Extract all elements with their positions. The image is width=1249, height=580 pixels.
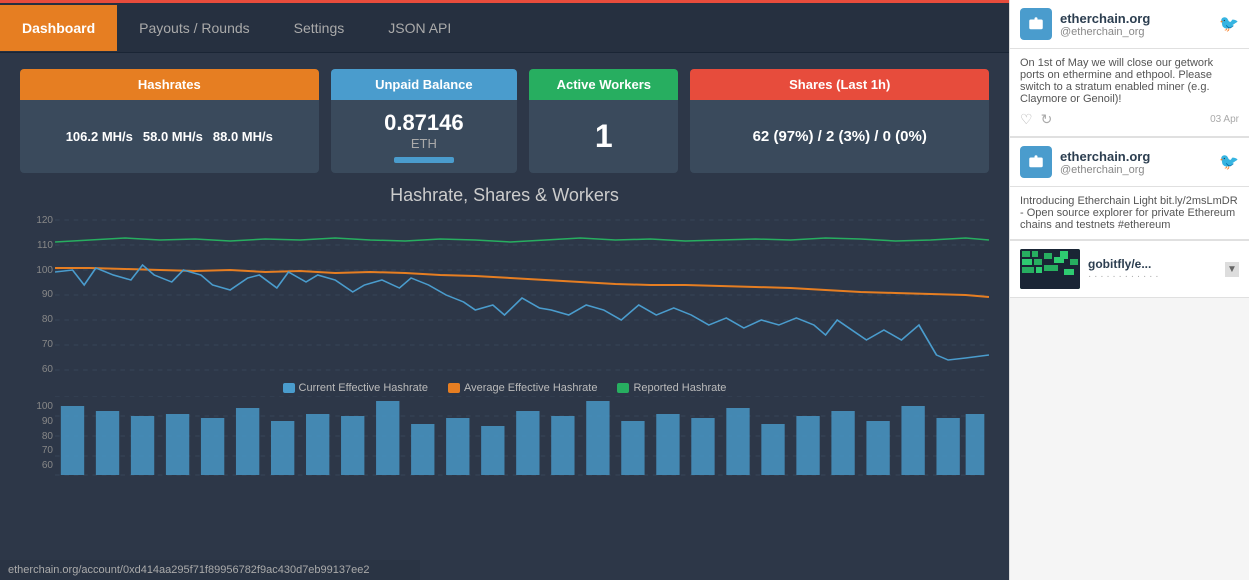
shares-card: Shares (Last 1h) 62 (97%) / 2 (3%) / 0 (… xyxy=(690,69,989,173)
y-label-100: 100 xyxy=(22,265,53,276)
workers-body: 1 xyxy=(529,100,678,173)
nav-settings[interactable]: Settings xyxy=(272,5,367,51)
user-info-1: etherchain.org @etherchain_org xyxy=(1060,11,1219,38)
hashrate-chart-wrapper: 120 110 100 90 80 70 60 xyxy=(20,210,989,380)
nav-dashboard[interactable]: Dashboard xyxy=(0,5,117,51)
unpaid-progress xyxy=(394,157,454,163)
retweet-icon-1[interactable]: ↻ xyxy=(1041,111,1053,128)
link-card[interactable]: gobitfly/e... · · · · · · · · · · · · ▼ xyxy=(1010,241,1249,298)
tweet-block-2: etherchain.org @etherchain_org 🐦 Introdu… xyxy=(1010,138,1249,241)
sidebar-header-1: etherchain.org @etherchain_org 🐦 xyxy=(1010,0,1249,49)
workers-header: Active Workers xyxy=(529,69,678,100)
hashrate-svg xyxy=(55,210,989,380)
shares-chart-wrapper: 100 90 80 70 60 xyxy=(20,396,989,476)
workers-value: 1 xyxy=(595,118,613,155)
unpaid-body: 0.87146 ETH xyxy=(331,100,518,173)
shares-header: Shares (Last 1h) xyxy=(690,69,989,100)
chart-y-axis: 120 110 100 90 80 70 60 xyxy=(20,210,55,380)
legend-label-average: Average Effective Hashrate xyxy=(464,382,598,394)
shares-svg xyxy=(55,396,989,476)
link-card-img xyxy=(1020,249,1080,289)
tweet-2: Introducing Etherchain Light bit.ly/2msL… xyxy=(1010,187,1249,240)
y-label-110: 110 xyxy=(22,240,53,251)
legend-current: Current Effective Hashrate xyxy=(283,382,428,394)
legend-average: Average Effective Hashrate xyxy=(448,382,598,394)
sidebar-header-2: etherchain.org @etherchain_org 🐦 xyxy=(1010,138,1249,187)
tweet-text-1: On 1st of May we will close our getwork … xyxy=(1020,57,1213,105)
sidebar: etherchain.org @etherchain_org 🐦 On 1st … xyxy=(1009,0,1249,580)
legend-label-reported: Reported Hashrate xyxy=(633,382,726,394)
handle-2: @etherchain_org xyxy=(1060,164,1219,176)
chart-legend: Current Effective Hashrate Average Effec… xyxy=(20,382,989,394)
sy-60: 60 xyxy=(22,460,53,471)
unpaid-unit: ETH xyxy=(411,136,437,151)
hashrate-val-3: 88.0 MH/s xyxy=(213,129,273,144)
workers-card: Active Workers 1 xyxy=(529,69,678,173)
stats-row: Hashrates 106.2 MH/s 58.0 MH/s 88.0 MH/s… xyxy=(0,53,1009,181)
unpaid-card: Unpaid Balance 0.87146 ETH xyxy=(331,69,518,173)
y-label-120: 120 xyxy=(22,215,53,226)
shares-y-axis: 100 90 80 70 60 xyxy=(20,396,55,476)
status-bar: etherchain.org/account/0xd414aa295f71f89… xyxy=(0,560,420,580)
y-label-60: 60 xyxy=(22,364,53,375)
nav-json-api[interactable]: JSON API xyxy=(366,5,473,51)
y-label-70: 70 xyxy=(22,339,53,350)
unpaid-value: 0.87146 xyxy=(384,110,464,136)
chart-title: Hashrate, Shares & Workers xyxy=(20,185,989,206)
unpaid-header: Unpaid Balance xyxy=(331,69,518,100)
avatar-1 xyxy=(1020,8,1052,40)
chart-section: Hashrate, Shares & Workers 120 110 100 9… xyxy=(0,181,1009,580)
sy-100: 100 xyxy=(22,401,53,412)
shares-body: 62 (97%) / 2 (3%) / 0 (0%) xyxy=(690,100,989,173)
y-label-90: 90 xyxy=(22,289,53,300)
nav-payouts[interactable]: Payouts / Rounds xyxy=(117,5,272,51)
hashrates-card: Hashrates 106.2 MH/s 58.0 MH/s 88.0 MH/s xyxy=(20,69,319,173)
username-2: etherchain.org xyxy=(1060,149,1219,164)
link-card-text: gobitfly/e... · · · · · · · · · · · · xyxy=(1088,257,1225,282)
sy-70: 70 xyxy=(22,445,53,456)
like-icon-1[interactable]: ♡ xyxy=(1020,111,1033,128)
status-url: etherchain.org/account/0xd414aa295f71f89… xyxy=(8,564,370,576)
avatar-2 xyxy=(1020,146,1052,178)
sidebar-scroll-arrow[interactable]: ▼ xyxy=(1225,262,1239,277)
tweet-text-2: Introducing Etherchain Light bit.ly/2msL… xyxy=(1020,195,1238,231)
legend-dot-average xyxy=(448,383,460,393)
hashrate-values: 106.2 MH/s 58.0 MH/s 88.0 MH/s xyxy=(66,129,273,144)
handle-1: @etherchain_org xyxy=(1060,26,1219,38)
tweet-date-1: 03 Apr xyxy=(1210,114,1239,125)
tweet-meta-1: ♡ ↻ 03 Apr xyxy=(1020,111,1239,128)
twitter-icon-2: 🐦 xyxy=(1219,152,1239,172)
tweet-1: On 1st of May we will close our getwork … xyxy=(1010,49,1249,137)
link-card-dots: · · · · · · · · · · · · xyxy=(1088,271,1225,282)
shares-value: 62 (97%) / 2 (3%) / 0 (0%) xyxy=(753,128,927,145)
link-card-name: gobitfly/e... xyxy=(1088,257,1225,271)
legend-label-current: Current Effective Hashrate xyxy=(299,382,428,394)
username-1: etherchain.org xyxy=(1060,11,1219,26)
navbar: Dashboard Payouts / Rounds Settings JSON… xyxy=(0,3,1009,53)
user-info-2: etherchain.org @etherchain_org xyxy=(1060,149,1219,176)
hashrates-body: 106.2 MH/s 58.0 MH/s 88.0 MH/s xyxy=(20,100,319,173)
sy-80: 80 xyxy=(22,431,53,442)
hashrate-val-2: 58.0 MH/s xyxy=(143,129,203,144)
hashrate-val-1: 106.2 MH/s xyxy=(66,129,133,144)
legend-dot-current xyxy=(283,383,295,393)
legend-dot-reported xyxy=(617,383,629,393)
hashrates-header: Hashrates xyxy=(20,69,319,100)
legend-reported: Reported Hashrate xyxy=(617,382,726,394)
y-label-80: 80 xyxy=(22,314,53,325)
twitter-icon-1: 🐦 xyxy=(1219,14,1239,34)
sy-90: 90 xyxy=(22,416,53,427)
tweet-block-1: etherchain.org @etherchain_org 🐦 On 1st … xyxy=(1010,0,1249,138)
